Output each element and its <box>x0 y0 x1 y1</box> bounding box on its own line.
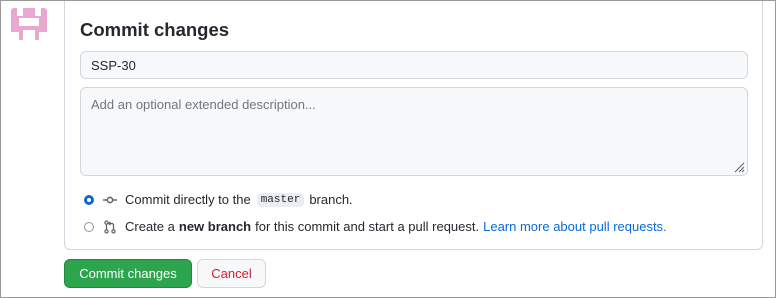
commit-direct-option[interactable]: Commit directly to the master branch. <box>84 192 353 207</box>
resize-grip-icon[interactable] <box>734 162 745 173</box>
commit-description-textarea[interactable] <box>80 87 748 176</box>
new-branch-radio[interactable] <box>84 221 94 232</box>
git-commit-icon <box>103 196 117 203</box>
commit-form-title: Commit changes <box>80 19 230 40</box>
commit-changes-button[interactable]: Commit changes <box>64 259 192 288</box>
new-branch-text-after: for this commit and start a pull request… <box>255 219 480 234</box>
cancel-button[interactable]: Cancel <box>197 259 266 288</box>
git-pull-request-icon <box>104 219 116 234</box>
branch-name-badge: master <box>256 192 305 207</box>
new-branch-bold: new branch <box>178 219 252 234</box>
pull-requests-help-link[interactable]: Learn more about pull requests. <box>483 219 667 234</box>
new-branch-option[interactable]: Create a new branch for this commit and … <box>84 219 667 234</box>
commit-form-box: Commit changes Commit directly to the ma… <box>64 0 763 250</box>
commit-direct-radio[interactable] <box>84 194 94 205</box>
new-branch-text: Create a <box>125 219 175 234</box>
commit-direct-text: Commit directly to the <box>125 192 251 207</box>
commit-direct-text-after: branch. <box>309 192 353 207</box>
user-avatar-icon <box>9 0 49 44</box>
commit-summary-input[interactable] <box>80 51 748 79</box>
